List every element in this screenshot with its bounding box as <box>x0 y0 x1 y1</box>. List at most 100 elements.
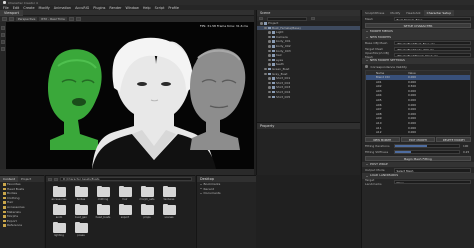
folder-label: props <box>143 216 151 219</box>
folder-item[interactable]: head_busts <box>93 203 113 219</box>
folder-icon <box>3 224 6 227</box>
menu-item-animation[interactable]: Animation <box>54 6 71 10</box>
visibility-eye-icon[interactable] <box>264 26 267 30</box>
chevron-down-icon <box>366 31 368 33</box>
visibility-eye-icon[interactable] <box>268 77 271 80</box>
back-button[interactable] <box>48 177 52 181</box>
camera-mode-dropdown[interactable]: Perspective <box>16 17 38 21</box>
visibility-eye-icon[interactable] <box>268 54 271 57</box>
folder-icon <box>74 185 88 197</box>
folder-item[interactable]: morph_sets <box>137 185 157 201</box>
scene-search-input[interactable] <box>267 16 307 21</box>
scene-tree-item[interactable]: Shirt_005 <box>257 95 360 100</box>
begin-fitting-button[interactable]: Begin Mesh Fitting <box>365 155 471 161</box>
folder-item[interactable]: bodies <box>71 185 91 201</box>
render-mode-dropdown[interactable]: RTX - Real Time <box>39 17 67 21</box>
folder-item[interactable]: scenes <box>159 203 179 219</box>
folder-label: hair <box>122 198 128 201</box>
visibility-eye-icon[interactable] <box>268 63 271 66</box>
visibility-eye-icon[interactable] <box>268 40 271 43</box>
forward-button[interactable] <box>54 177 58 181</box>
folder-label: bust_gen <box>75 216 87 219</box>
select-tool-button[interactable] <box>2 17 7 21</box>
mesh-path-input[interactable]: //Works/Bust/Bust_Base.obj <box>394 40 471 46</box>
folder-icon <box>118 203 132 215</box>
menu-item-help[interactable]: Help <box>143 6 151 10</box>
move-tool-button[interactable] <box>9 17 14 21</box>
folder-item[interactable]: poses <box>71 221 91 237</box>
visibility-eye-icon[interactable] <box>268 45 271 48</box>
chevron-down-icon <box>366 175 368 177</box>
visibility-eye-icon[interactable] <box>268 49 271 53</box>
scene-filter-button[interactable] <box>259 17 263 20</box>
path-field[interactable]: D:/Character Assets/Busts <box>60 177 192 181</box>
tab-sculptxpress[interactable]: SculptXPress <box>362 10 387 16</box>
folder-item[interactable]: lighting <box>49 221 69 237</box>
menu-item-create[interactable]: Create <box>23 6 34 10</box>
zoom-tool-button[interactable] <box>1 40 5 44</box>
menu-item-plugins[interactable]: Plugins <box>93 6 105 10</box>
tab-headshot[interactable]: Headshot <box>403 10 423 16</box>
folder-item[interactable]: hair <box>115 185 135 201</box>
folder-item[interactable]: textures <box>159 185 179 201</box>
mesh-path-input[interactable]: //Works/Bust/Morph_Mesh.obj <box>394 52 471 58</box>
folder-item[interactable]: props <box>137 203 157 219</box>
folder-item[interactable]: bust_gen <box>71 203 91 219</box>
mesh-dropdown[interactable]: Bust_Female_Base <box>394 16 471 22</box>
visibility-eye-icon[interactable] <box>268 81 271 85</box>
mesh-label: Mesh <box>365 17 373 21</box>
visibility-eye-icon[interactable] <box>264 67 267 71</box>
menu-item-render[interactable]: Render <box>109 6 121 10</box>
folder-item[interactable]: anim <box>49 203 69 219</box>
menu-item-profile[interactable]: Profile <box>168 6 179 10</box>
visibility-eye-icon[interactable] <box>268 95 271 99</box>
visibility-eye-icon[interactable] <box>268 86 271 89</box>
fitting-slider[interactable] <box>394 149 460 154</box>
morph-list-row[interactable]: A12 0.000 <box>366 130 470 135</box>
folder-item[interactable]: export <box>115 203 135 219</box>
mesh-path-input[interactable]: //Works/Bust/body_007.obj <box>394 46 471 52</box>
fitting-slider[interactable] <box>394 143 460 148</box>
scene-settings-button[interactable] <box>311 17 315 20</box>
setup-character-button[interactable]: SETUP CHARACTER <box>365 23 471 28</box>
grid-toggle-button[interactable] <box>68 17 74 21</box>
3d-viewport[interactable]: FPS: 31.58 Frame time: 31.6 ms <box>6 22 254 169</box>
visibility-eye-icon[interactable] <box>264 72 267 76</box>
light-toggle-button[interactable] <box>75 17 81 21</box>
visibility-eye-icon[interactable] <box>268 90 271 94</box>
target-landmarks-row: Target Landmarks None <box>362 178 474 186</box>
frame-tool-button[interactable] <box>1 47 5 51</box>
scene-tree: Project Bust_Female(Base) Light Camera body_… <box>257 21 360 99</box>
folder-icon <box>3 206 6 209</box>
tab-character-setup[interactable]: Character Setup <box>423 10 455 16</box>
tab-viewport[interactable]: Viewport <box>0 9 23 16</box>
menu-item-modify[interactable]: Modify <box>39 6 50 10</box>
pan-tool-button[interactable] <box>1 33 5 37</box>
tab-modify[interactable]: Modify <box>387 10 403 16</box>
menu-item-script[interactable]: Script <box>155 6 165 10</box>
checkbox-icon[interactable] <box>365 65 368 68</box>
folder-item[interactable]: clothing <box>93 185 113 201</box>
fitting-row: Fitting Stiffness 0.25 <box>362 149 474 155</box>
folder-label: poses <box>77 234 85 237</box>
mesh-fields: Base OBJ Mesh//Works/Bust/Bust_Base.obj T… <box>362 40 474 59</box>
folder-icon <box>140 203 154 215</box>
outliner-item[interactable]: Reference <box>0 223 44 228</box>
visibility-eye-icon[interactable] <box>268 35 271 39</box>
chevron-down-icon <box>366 36 368 38</box>
menu-item-accurig[interactable]: AccuRIG <box>75 6 89 10</box>
folder-label: textures <box>163 198 175 201</box>
menu-item-window[interactable]: Window <box>125 6 138 10</box>
places-item[interactable]: Documents <box>197 191 256 196</box>
orbit-tool-button[interactable] <box>1 26 5 30</box>
target-landmarks-dropdown[interactable]: None <box>394 179 471 184</box>
object-icon <box>272 86 275 89</box>
visibility-eye-icon[interactable] <box>260 22 263 25</box>
edit-morph-button[interactable]: EDIT MORPH <box>400 136 436 142</box>
output-mode-dropdown[interactable]: Select Mesh <box>394 168 471 173</box>
visibility-eye-icon[interactable] <box>268 31 271 34</box>
folder-item[interactable]: accessories <box>49 185 69 201</box>
delete-morph-button[interactable]: DELETE MORPH <box>436 136 472 142</box>
visibility-eye-icon[interactable] <box>268 58 271 62</box>
new-morph-button[interactable]: NEW MORPH <box>365 136 400 142</box>
